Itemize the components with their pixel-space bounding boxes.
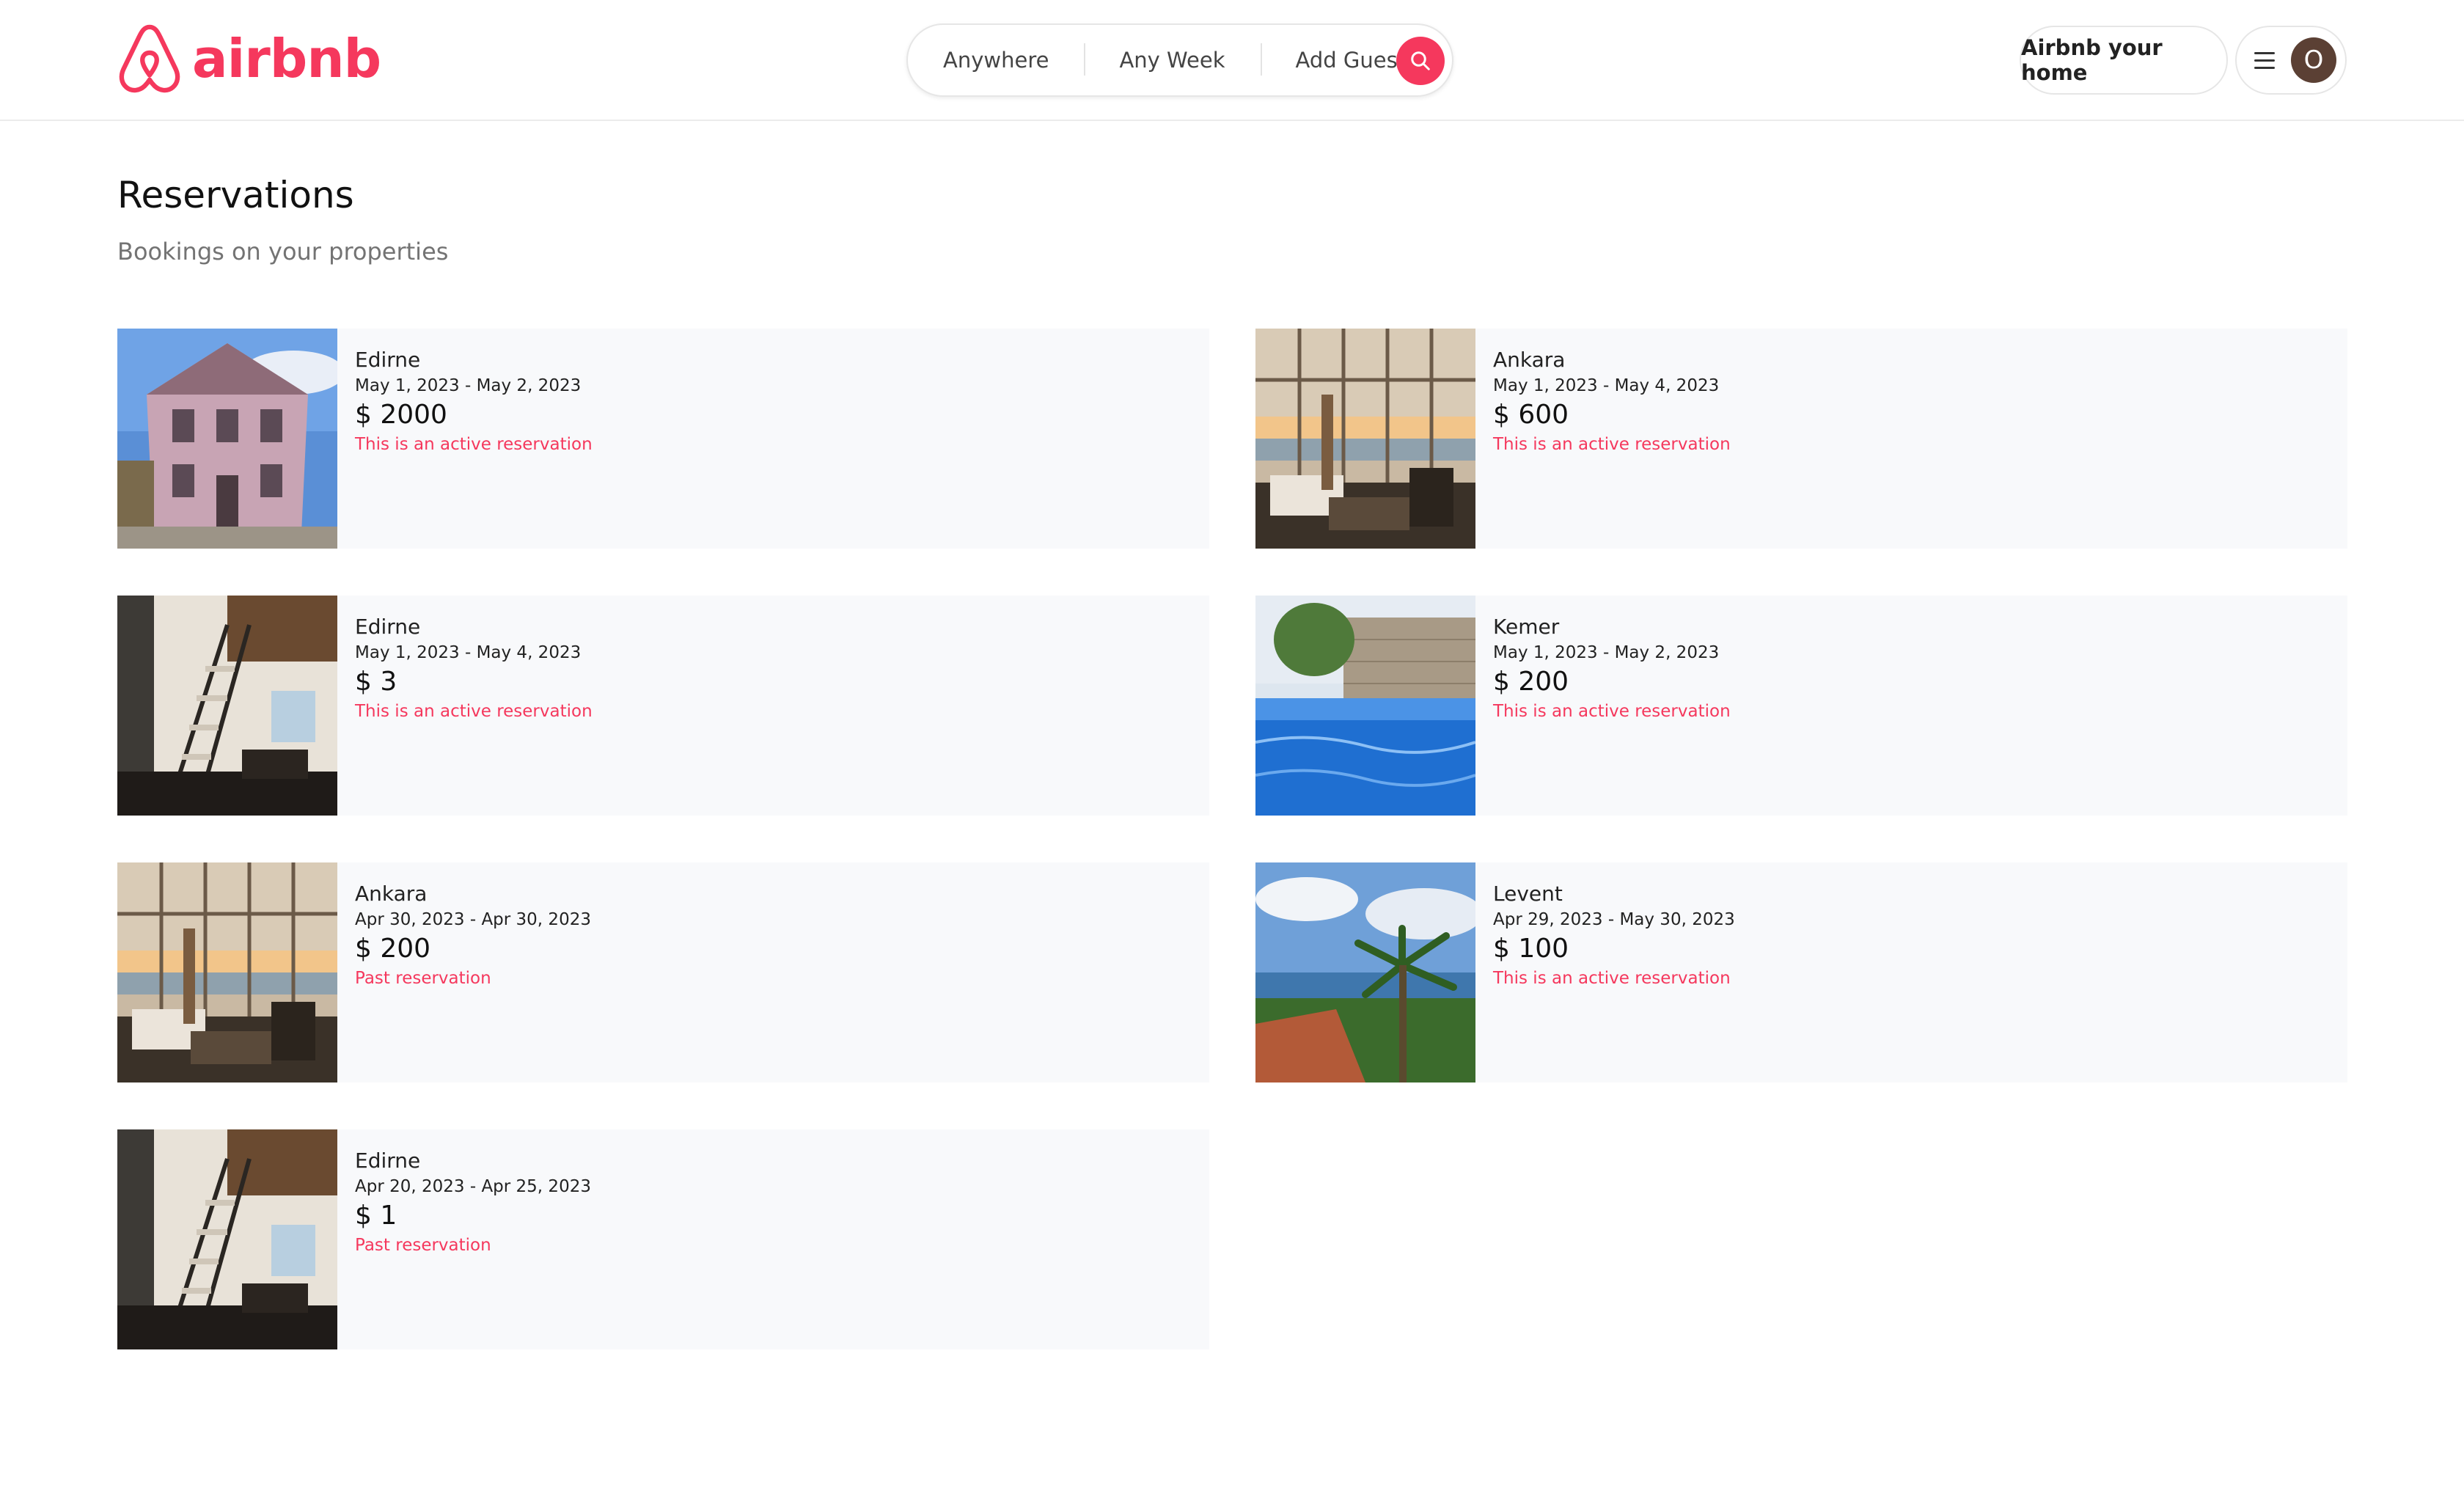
listing-photo [1255, 862, 1475, 1082]
listing-photo [117, 329, 337, 549]
user-menu-button[interactable]: O [2235, 26, 2347, 95]
living-room-sea-view-photo [1255, 329, 1475, 549]
reservation-location: Ankara [355, 882, 428, 906]
search-week[interactable]: Any Week [1084, 43, 1260, 76]
search-icon [1411, 51, 1430, 70]
reservation-status: This is an active reservation [1493, 702, 1731, 721]
listing-photo [1255, 329, 1475, 549]
reservation-price: $ 3 [355, 667, 397, 697]
loft-staircase-interior-photo [117, 596, 337, 816]
reservation-card[interactable]: Edirne May 1, 2023 - May 4, 2023 $ 3 Thi… [117, 596, 1209, 816]
living-room-sea-view-photo [117, 862, 337, 1082]
reservation-status: This is an active reservation [1493, 969, 1731, 988]
hamburger-menu-icon [2254, 51, 2275, 69]
reservation-status: Past reservation [355, 1236, 491, 1255]
search-bar[interactable]: Anywhere Any Week Add Guests [906, 23, 1453, 97]
reservation-dates: May 1, 2023 - May 2, 2023 [1493, 643, 1720, 662]
reservation-dates: May 1, 2023 - May 4, 2023 [1493, 376, 1720, 395]
reservation-card[interactable]: Edirne Apr 20, 2023 - Apr 25, 2023 $ 1 P… [117, 1129, 1209, 1349]
search-location[interactable]: Anywhere [908, 48, 1084, 73]
pool-stone-wall-photo [1255, 596, 1475, 816]
reservation-card[interactable]: Kemer May 1, 2023 - May 2, 2023 $ 200 Th… [1255, 596, 2347, 816]
reservation-dates: Apr 20, 2023 - Apr 25, 2023 [355, 1177, 591, 1196]
reservation-location: Ankara [1493, 348, 1566, 372]
listing-photo [117, 862, 337, 1082]
page-subtitle: Bookings on your properties [117, 238, 449, 265]
reservation-status: This is an active reservation [355, 435, 593, 454]
reservation-price: $ 1 [355, 1201, 397, 1231]
reservation-status: Past reservation [355, 969, 491, 988]
reservation-card[interactable]: Ankara Apr 30, 2023 - Apr 30, 2023 $ 200… [117, 862, 1209, 1082]
reservation-status: This is an active reservation [355, 702, 593, 721]
reservation-price: $ 100 [1493, 934, 1569, 964]
page-title: Reservations [117, 174, 354, 216]
reservation-dates: Apr 29, 2023 - May 30, 2023 [1493, 910, 1735, 929]
pink-wooden-house-photo [117, 329, 337, 549]
airbnb-your-home-button[interactable]: Airbnb your home [2020, 26, 2228, 95]
reservation-status: This is an active reservation [1493, 435, 1731, 454]
reservation-location: Edirne [355, 348, 421, 372]
avatar: O [2291, 37, 2336, 83]
listing-photo [1255, 596, 1475, 816]
reservation-location: Edirne [355, 615, 421, 639]
reservation-price: $ 600 [1493, 400, 1569, 430]
loft-staircase-interior-photo [117, 1129, 337, 1349]
search-button[interactable] [1396, 37, 1445, 85]
reservation-location: Kemer [1493, 615, 1560, 639]
top-navbar: airbnb Anywhere Any Week Add Guests Airb… [0, 0, 2464, 121]
reservation-price: $ 200 [355, 934, 431, 964]
reservation-location: Levent [1493, 882, 1563, 906]
reservation-card[interactable]: Ankara May 1, 2023 - May 4, 2023 $ 600 T… [1255, 329, 2347, 549]
reservation-location: Edirne [355, 1149, 421, 1173]
listing-photo [117, 596, 337, 816]
reservation-card[interactable]: Levent Apr 29, 2023 - May 30, 2023 $ 100… [1255, 862, 2347, 1082]
reservation-dates: May 1, 2023 - May 2, 2023 [355, 376, 582, 395]
reservation-dates: Apr 30, 2023 - Apr 30, 2023 [355, 910, 591, 929]
listing-photo [117, 1129, 337, 1349]
airbnb-logo[interactable]: airbnb [116, 22, 381, 95]
reservation-card[interactable]: Edirne May 1, 2023 - May 2, 2023 $ 2000 … [117, 329, 1209, 549]
reservation-price: $ 200 [1493, 667, 1569, 697]
palm-tree-sea-view-photo [1255, 862, 1475, 1082]
airbnb-logo-icon [119, 24, 180, 93]
brand-name: airbnb [192, 28, 381, 89]
reservation-dates: May 1, 2023 - May 4, 2023 [355, 643, 582, 662]
reservation-price: $ 2000 [355, 400, 447, 430]
